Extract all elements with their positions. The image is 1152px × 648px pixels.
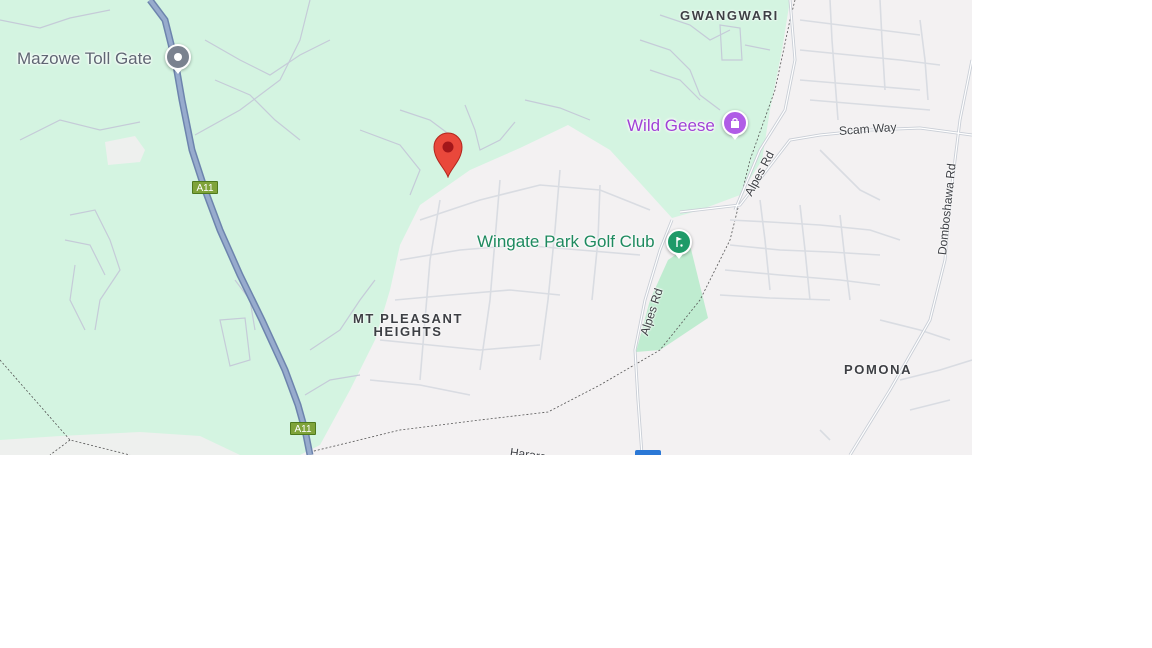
poi-pin-wingate-park-golf-club[interactable] <box>666 229 692 259</box>
poi-label-mazowe-toll-gate[interactable]: Mazowe Toll Gate <box>17 49 152 69</box>
golf-icon <box>676 237 683 247</box>
route-shield-a11-south: A11 <box>290 422 316 435</box>
area-label-gwangwari: GWANGWARI <box>680 8 779 23</box>
poi-label-wild-geese[interactable]: Wild Geese <box>627 116 715 136</box>
poi-label-wingate-park-golf-club[interactable]: Wingate Park Golf Club <box>477 232 655 252</box>
location-pin-icon[interactable] <box>431 130 465 178</box>
poi-pin-wild-geese[interactable] <box>722 110 748 140</box>
area-label-mt-pleasant-heights: MT PLEASANT HEIGHTS <box>352 312 464 338</box>
route-shield-a11-north: A11 <box>192 181 218 194</box>
domboshawa-rd-road <box>848 59 972 455</box>
toll-gate-icon <box>174 53 182 61</box>
highway-shield-partial <box>635 450 661 455</box>
map-canvas[interactable]: GWANGWARI MT PLEASANT HEIGHTS POMONA Maz… <box>0 0 972 455</box>
area-label-pomona: POMONA <box>844 362 913 377</box>
poi-pin-mazowe-toll-gate[interactable] <box>165 44 191 74</box>
shopping-bag-icon <box>731 117 739 128</box>
area-label-mt-pleasant-line2: HEIGHTS <box>373 324 443 339</box>
